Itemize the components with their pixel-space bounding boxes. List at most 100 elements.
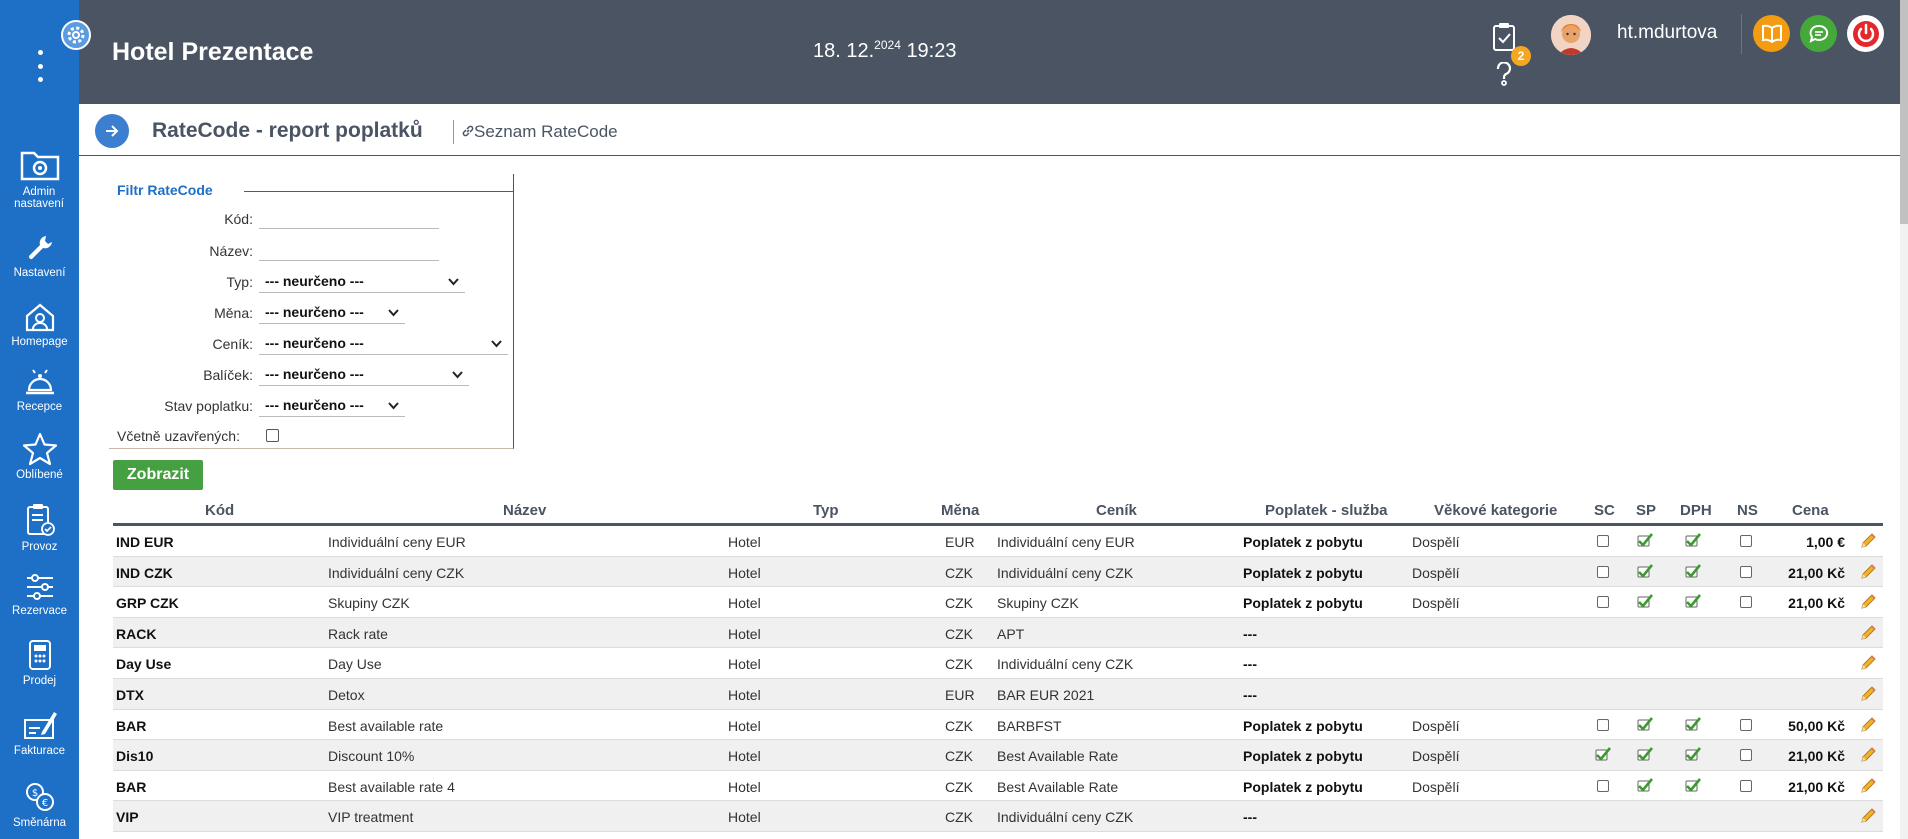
balicek-select[interactable]: --- neurčeno --- [259, 363, 469, 386]
col-ns[interactable]: NS [1737, 502, 1758, 519]
cell-nazev: Detox [328, 686, 365, 703]
edit-pencil-icon[interactable] [1859, 777, 1877, 795]
col-sc[interactable]: SC [1594, 502, 1615, 519]
table-row[interactable]: GRP CZK Skupiny CZK Hotel CZK Skupiny CZK Pop… [113, 587, 1883, 618]
edit-pencil-icon[interactable] [1859, 654, 1877, 672]
edit-pencil-icon[interactable] [1859, 746, 1877, 764]
mena-select[interactable]: --- neurčeno --- [259, 301, 405, 324]
cell-poplatek: --- [1243, 625, 1257, 642]
page-title: RateCode - report poplatků [152, 119, 423, 142]
col-nazev[interactable]: Název [503, 502, 546, 519]
logout-button[interactable] [1847, 15, 1884, 52]
cell-vekove: Dospělí [1412, 595, 1460, 612]
filter-row-stav: Stav poplatku: --- neurčeno --- [109, 392, 514, 420]
menu-dots-icon[interactable] [30, 50, 50, 82]
edit-pencil-icon[interactable] [1859, 807, 1877, 825]
sidebar-item-admin[interactable]: Admin nastavení [0, 147, 79, 210]
table-row[interactable]: BAR Best available rate Hotel CZK BARBFST Pop… [113, 710, 1883, 741]
table-row[interactable]: Day Use Day Use Hotel CZK Individuální ceny … [113, 648, 1883, 679]
edit-pencil-icon[interactable] [1859, 685, 1877, 703]
mena-label: Měna: [214, 305, 253, 321]
checkbox-sc [1597, 565, 1609, 578]
arrow-right-icon [106, 125, 119, 137]
sidebar-item-nastaveni[interactable]: Nastavení [0, 232, 79, 279]
sidebar-item-prodej[interactable]: Prodej [0, 638, 79, 687]
cell-cenik: Individuální ceny EUR [997, 534, 1135, 550]
table-row[interactable]: VIP VIP treatment Hotel CZK Individuální cen… [113, 801, 1883, 832]
page-scrollbar[interactable] [1900, 0, 1908, 839]
table-row[interactable]: IND EUR Individuální ceny EUR Hotel EUR Indi… [113, 526, 1883, 557]
chevron-down-icon [448, 278, 459, 286]
sidebar-item-oblibene[interactable]: Oblíbené [0, 432, 79, 481]
col-sp[interactable]: SP [1636, 502, 1656, 519]
table-row[interactable]: DTX Detox Hotel EUR BAR EUR 2021 --- [113, 678, 1883, 710]
back-button[interactable] [95, 114, 129, 148]
sidebar-item-provoz[interactable]: Provoz [0, 502, 79, 553]
sidebar-item-label: Admin nastavení [14, 186, 64, 210]
col-dph[interactable]: DPH [1680, 502, 1712, 519]
col-typ[interactable]: Typ [813, 502, 839, 519]
typ-select[interactable]: --- neurčeno --- [259, 270, 465, 293]
book-icon [1761, 24, 1782, 43]
edit-pencil-icon[interactable] [1859, 532, 1877, 550]
col-mena[interactable]: Měna [941, 502, 979, 519]
ratecode-list-link[interactable]: Seznam RateCode [462, 122, 618, 142]
checkbox-ns [1740, 565, 1752, 578]
table-row[interactable]: Dis10 Discount 10% Hotel CZK Best Available … [113, 740, 1883, 771]
col-poplatek[interactable]: Poplatek - služba [1265, 502, 1388, 519]
sidebar-item-fakturace[interactable]: Fakturace [0, 708, 79, 757]
cell-mena: CZK [945, 778, 973, 795]
cell-cenik: Individuální ceny CZK [997, 809, 1134, 826]
checkbox-sc [1597, 718, 1609, 731]
filter-row-mena: Měna: --- neurčeno --- [109, 299, 514, 327]
edit-pencil-icon[interactable] [1859, 593, 1877, 611]
sidebar-item-label: Směnárna [12, 817, 67, 829]
nazev-input[interactable] [259, 239, 439, 261]
table-row[interactable]: IND CZK Individuální ceny CZK Hotel CZK Indi… [113, 556, 1883, 588]
chevron-down-icon [388, 309, 399, 317]
col-cenik[interactable]: Ceník [1096, 502, 1137, 519]
username[interactable]: ht.mdurtova [1617, 22, 1717, 44]
edit-pencil-icon[interactable] [1859, 624, 1877, 642]
title-divider [453, 120, 454, 144]
kod-input[interactable] [259, 207, 439, 229]
table-row[interactable]: RACK Rack rate Hotel CZK APT --- [113, 617, 1883, 649]
star-icon [22, 432, 57, 466]
edit-pencil-icon[interactable] [1859, 563, 1877, 581]
sidebar-item-smenarna[interactable]: $ € Směnárna [0, 780, 79, 829]
table-row[interactable]: BAR Best available rate 4 Hotel CZK Best Ava… [113, 771, 1883, 802]
sidebar-item-homepage[interactable]: Homepage [0, 301, 79, 348]
sidebar-item-recepce[interactable]: Recepce [0, 366, 79, 413]
user-avatar[interactable] [1551, 15, 1591, 55]
stav-select[interactable]: --- neurčeno --- [259, 394, 405, 417]
col-cena[interactable]: Cena [1792, 502, 1829, 519]
settings-gear-icon[interactable] [61, 20, 91, 50]
cell-poplatek: Poplatek z pobytu [1243, 595, 1363, 612]
help-question-icon[interactable] [1495, 61, 1513, 91]
checkbox-ns [1740, 718, 1752, 731]
zobrazit-button[interactable]: Zobrazit [113, 460, 203, 490]
cell-vekove: Dospělí [1412, 717, 1460, 734]
check-dph-icon [1685, 716, 1702, 731]
cell-cena: 21,00 Kč [1788, 748, 1845, 765]
cell-mena: CZK [945, 748, 973, 765]
scrollbar-thumb[interactable] [1900, 0, 1908, 224]
cell-typ: Hotel [728, 625, 761, 642]
col-vekove[interactable]: Věkové kategorie [1434, 502, 1557, 519]
header-divider [1741, 14, 1742, 54]
chevron-down-icon [491, 340, 502, 348]
current-datetime: 18. 12.2024 19:23 [813, 38, 957, 62]
folder-gear-icon [20, 151, 59, 181]
sidebar-item-rezervace[interactable]: Rezervace [0, 572, 79, 617]
uzavrene-label: Včetně uzavřených: [117, 428, 240, 444]
ratecode-filter: Filtr RateCode Kód: Název: Typ: --- neur… [109, 174, 514, 449]
cell-poplatek: Poplatek z pobytu [1243, 778, 1363, 795]
edit-pencil-icon[interactable] [1859, 716, 1877, 734]
col-kod[interactable]: Kód [205, 502, 234, 519]
cell-typ: Hotel [728, 686, 761, 703]
cell-cenik: BARBFST [997, 717, 1062, 734]
uzavrene-checkbox[interactable] [266, 429, 279, 442]
manual-book-button[interactable] [1753, 15, 1790, 52]
cenik-select[interactable]: --- neurčeno --- [259, 332, 508, 355]
messages-button[interactable] [1800, 15, 1837, 52]
